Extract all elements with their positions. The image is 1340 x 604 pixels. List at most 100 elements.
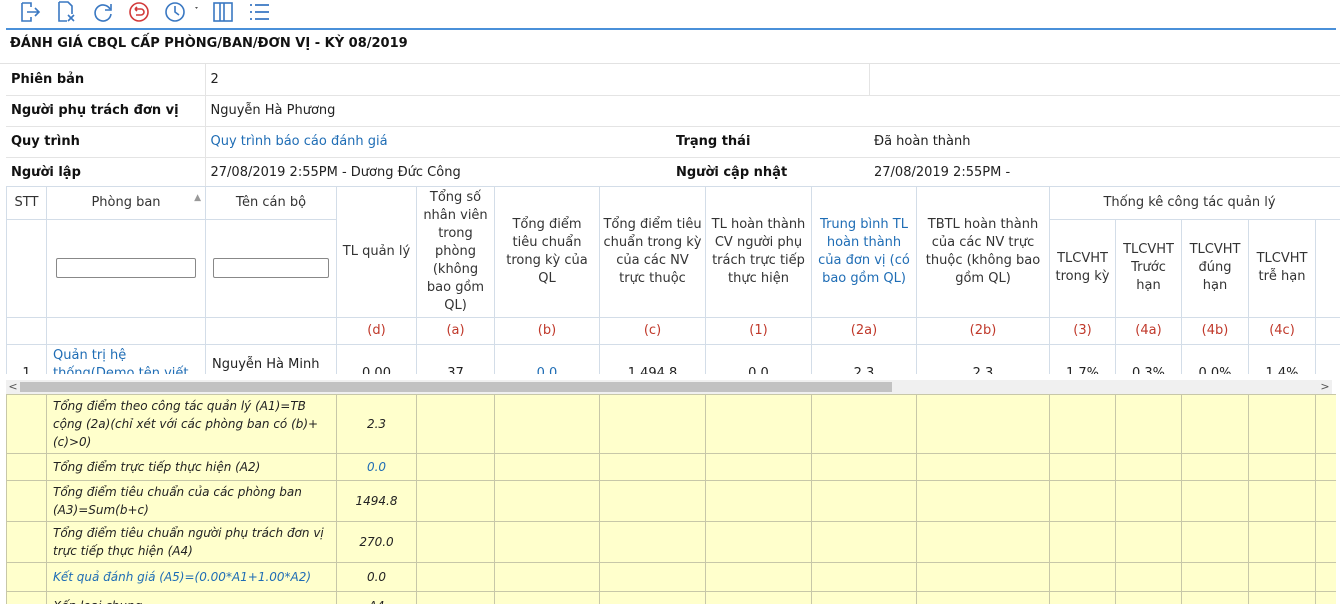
summary-label-a3: Tổng điểm tiêu chuẩn của các phòng ban (…: [46, 480, 337, 522]
col-tl-manage: TL quản lý: [336, 186, 417, 318]
col-tlcvht-late: TLCVHT trễ hạn: [1248, 218, 1316, 319]
code-4b: (4b): [1181, 317, 1249, 345]
code-1: (1): [705, 317, 812, 345]
filter-department-cell: [46, 218, 206, 319]
summary-value-a4: 270.0: [336, 521, 417, 563]
table-row[interactable]: 1 Quản trị hệ thống(Demo tên viết tắt) N…: [6, 344, 1340, 374]
summary-row: Tổng điểm trực tiếp thực hiện (A2) 0.0: [6, 453, 1336, 481]
version-label: Phiên bản: [6, 64, 205, 96]
summary-label-a5: Kết quả đánh giá (A5)=(0.00*A1+1.00*A2): [46, 562, 337, 592]
code-3: (3): [1049, 317, 1116, 345]
version-empty: [868, 64, 1340, 96]
scroll-left-icon[interactable]: <: [6, 380, 20, 394]
filter-stt-empty: [6, 218, 47, 319]
toolbar: [0, 0, 1340, 28]
horizontal-scrollbar[interactable]: < >: [6, 380, 1332, 394]
summary-row: Kết quả đánh giá (A5)=(0.00*A1+1.00*A2) …: [6, 562, 1336, 592]
summary-row: Tổng điểm theo công tác quản lý (A1)=TB …: [6, 394, 1336, 454]
summary-label-a2: Tổng điểm trực tiếp thực hiện (A2): [46, 453, 337, 481]
col-tlcvht-ontime: TLCVHT đúng hạn: [1181, 218, 1249, 319]
creator-label: Người lập: [6, 157, 205, 189]
row-employee: Nguyễn Hà Minh Châu: [205, 344, 337, 374]
code-d: (d): [336, 317, 417, 345]
refresh-icon[interactable]: [90, 0, 116, 24]
head-value: Nguyễn Hà Phương: [204, 95, 1340, 127]
summary-value-rank: A4: [336, 591, 417, 604]
row-tl-done-cv: 0.0: [705, 344, 812, 374]
history-dropdown-icon[interactable]: [162, 0, 202, 24]
row-total-staff: 37: [416, 344, 495, 374]
process-link[interactable]: Quy trình báo cáo đánh giá: [204, 126, 671, 158]
creator-value: 27/08/2019 2:55PM - Dương Đức Công: [204, 157, 671, 189]
data-grid: STT Phòng ban ▲ Tên cán bộ TL quản lý Tổ…: [6, 186, 1340, 374]
row-tlcvht-period: 1.7%: [1049, 344, 1116, 374]
employee-filter-input[interactable]: [213, 258, 329, 279]
row-std-score-nv: 1,494.8: [599, 344, 706, 374]
code-2b: (2b): [916, 317, 1050, 345]
row-stt: 1: [6, 344, 47, 374]
summary-row: Xếp loại chung A4: [6, 591, 1336, 604]
col-tbtl-nv: TBTL hoàn thành của các NV trực thuộc (k…: [916, 186, 1050, 318]
info-row-head: Người phụ trách đơn vị Nguyễn Hà Phương: [6, 95, 1340, 127]
summary-value-a5: 0.0: [336, 562, 417, 592]
grid-header-row: STT Phòng ban ▲ Tên cán bộ TL quản lý Tổ…: [6, 186, 1340, 318]
code-4a: (4a): [1115, 317, 1182, 345]
summary-value-a1: 2.3: [336, 394, 417, 454]
info-row-creator: Người lập 27/08/2019 2:55PM - Dương Đức …: [6, 157, 1340, 189]
status-value: Đã hoàn thành: [869, 126, 1340, 158]
summary-value-a3: 1494.8: [336, 480, 417, 522]
summary-value-a2[interactable]: 0.0: [336, 453, 417, 481]
code-c: (c): [599, 317, 706, 345]
col-department[interactable]: Phòng ban ▲: [46, 186, 206, 220]
col-stats-group: Thống kê công tác quản lý: [1048, 186, 1340, 220]
row-std-score-ql[interactable]: 0.0: [494, 344, 600, 374]
info-row-version: Phiên bản 2: [6, 64, 1340, 96]
status-label: Trạng thái: [671, 126, 869, 158]
export-icon[interactable]: [18, 0, 44, 24]
process-label: Quy trình: [6, 126, 205, 158]
scroll-right-icon[interactable]: >: [1318, 380, 1332, 394]
info-table: Phiên bản 2 Người phụ trách đơn vị Nguyễ…: [6, 64, 1340, 189]
col-total-staff: Tổng số nhân viên trong phòng (không bao…: [416, 186, 495, 318]
code-4c: (4c): [1248, 317, 1316, 345]
updater-value: 27/08/2019 2:55PM -: [869, 157, 1340, 189]
sort-icon[interactable]: ▲: [194, 189, 201, 207]
scrollbar-thumb[interactable]: [20, 382, 892, 392]
version-value: 2: [204, 64, 869, 96]
row-tlcvht-ontime: 0.0%: [1181, 344, 1249, 374]
summary-section: Tổng điểm theo công tác quản lý (A1)=TB …: [6, 394, 1336, 604]
list-icon[interactable]: [246, 0, 272, 24]
grid-code-row: (d) (a) (b) (c) (1) (2a) (2b) (3) (4a) (…: [6, 317, 1340, 345]
col-std-score-nv: Tổng điểm tiêu chuẩn trong kỳ của các NV…: [599, 186, 706, 318]
layout-icon[interactable]: [210, 0, 236, 24]
row-department-link[interactable]: Quản trị hệ thống(Demo tên viết tắt): [46, 344, 206, 374]
filter-employee-cell: [205, 218, 337, 319]
col-std-score-ql: Tổng điểm tiêu chuẩn trong kỳ của QL: [494, 186, 600, 318]
row-tlcvht-early: 0.3%: [1115, 344, 1182, 374]
summary-row: Tổng điểm tiêu chuẩn của các phòng ban (…: [6, 480, 1336, 522]
summary-label-rank: Xếp loại chung: [46, 591, 337, 604]
delete-file-icon[interactable]: [54, 0, 80, 24]
summary-label-a1: Tổng điểm theo công tác quản lý (A1)=TB …: [46, 394, 337, 454]
row-tbtl-nv: 2.3: [916, 344, 1050, 374]
col-employee: Tên cán bộ: [205, 186, 337, 220]
department-filter-input[interactable]: [56, 258, 196, 279]
undo-icon[interactable]: [126, 0, 152, 24]
col-avg-tl: Trung bình TL hoàn thành của đơn vị (có …: [811, 186, 917, 318]
col-overflow: [1314, 218, 1340, 319]
code-a: (a): [416, 317, 495, 345]
col-stt: STT: [6, 186, 47, 220]
row-tl-manage: 0.00: [336, 344, 417, 374]
col-tl-done-cv: TL hoàn thành CV người phụ trách trực ti…: [705, 186, 812, 318]
row-avg-tl: 2.3: [811, 344, 917, 374]
code-2a: (2a): [811, 317, 917, 345]
summary-label-a4: Tổng điểm tiêu chuẩn người phụ trách đơn…: [46, 521, 337, 563]
page-title: ĐÁNH GIÁ CBQL CẤP PHÒNG/BAN/ĐƠN VỊ - KỲ …: [10, 36, 408, 51]
col-department-label: Phòng ban: [91, 194, 161, 210]
col-tlcvht-period: TLCVHT trong kỳ: [1049, 218, 1116, 319]
code-b: (b): [494, 317, 600, 345]
toolbar-divider: [6, 28, 1336, 30]
info-row-process: Quy trình Quy trình báo cáo đánh giá Trạ…: [6, 126, 1340, 158]
row-tlcvht-late: 1.4%: [1248, 344, 1316, 374]
head-label: Người phụ trách đơn vị: [6, 95, 205, 127]
